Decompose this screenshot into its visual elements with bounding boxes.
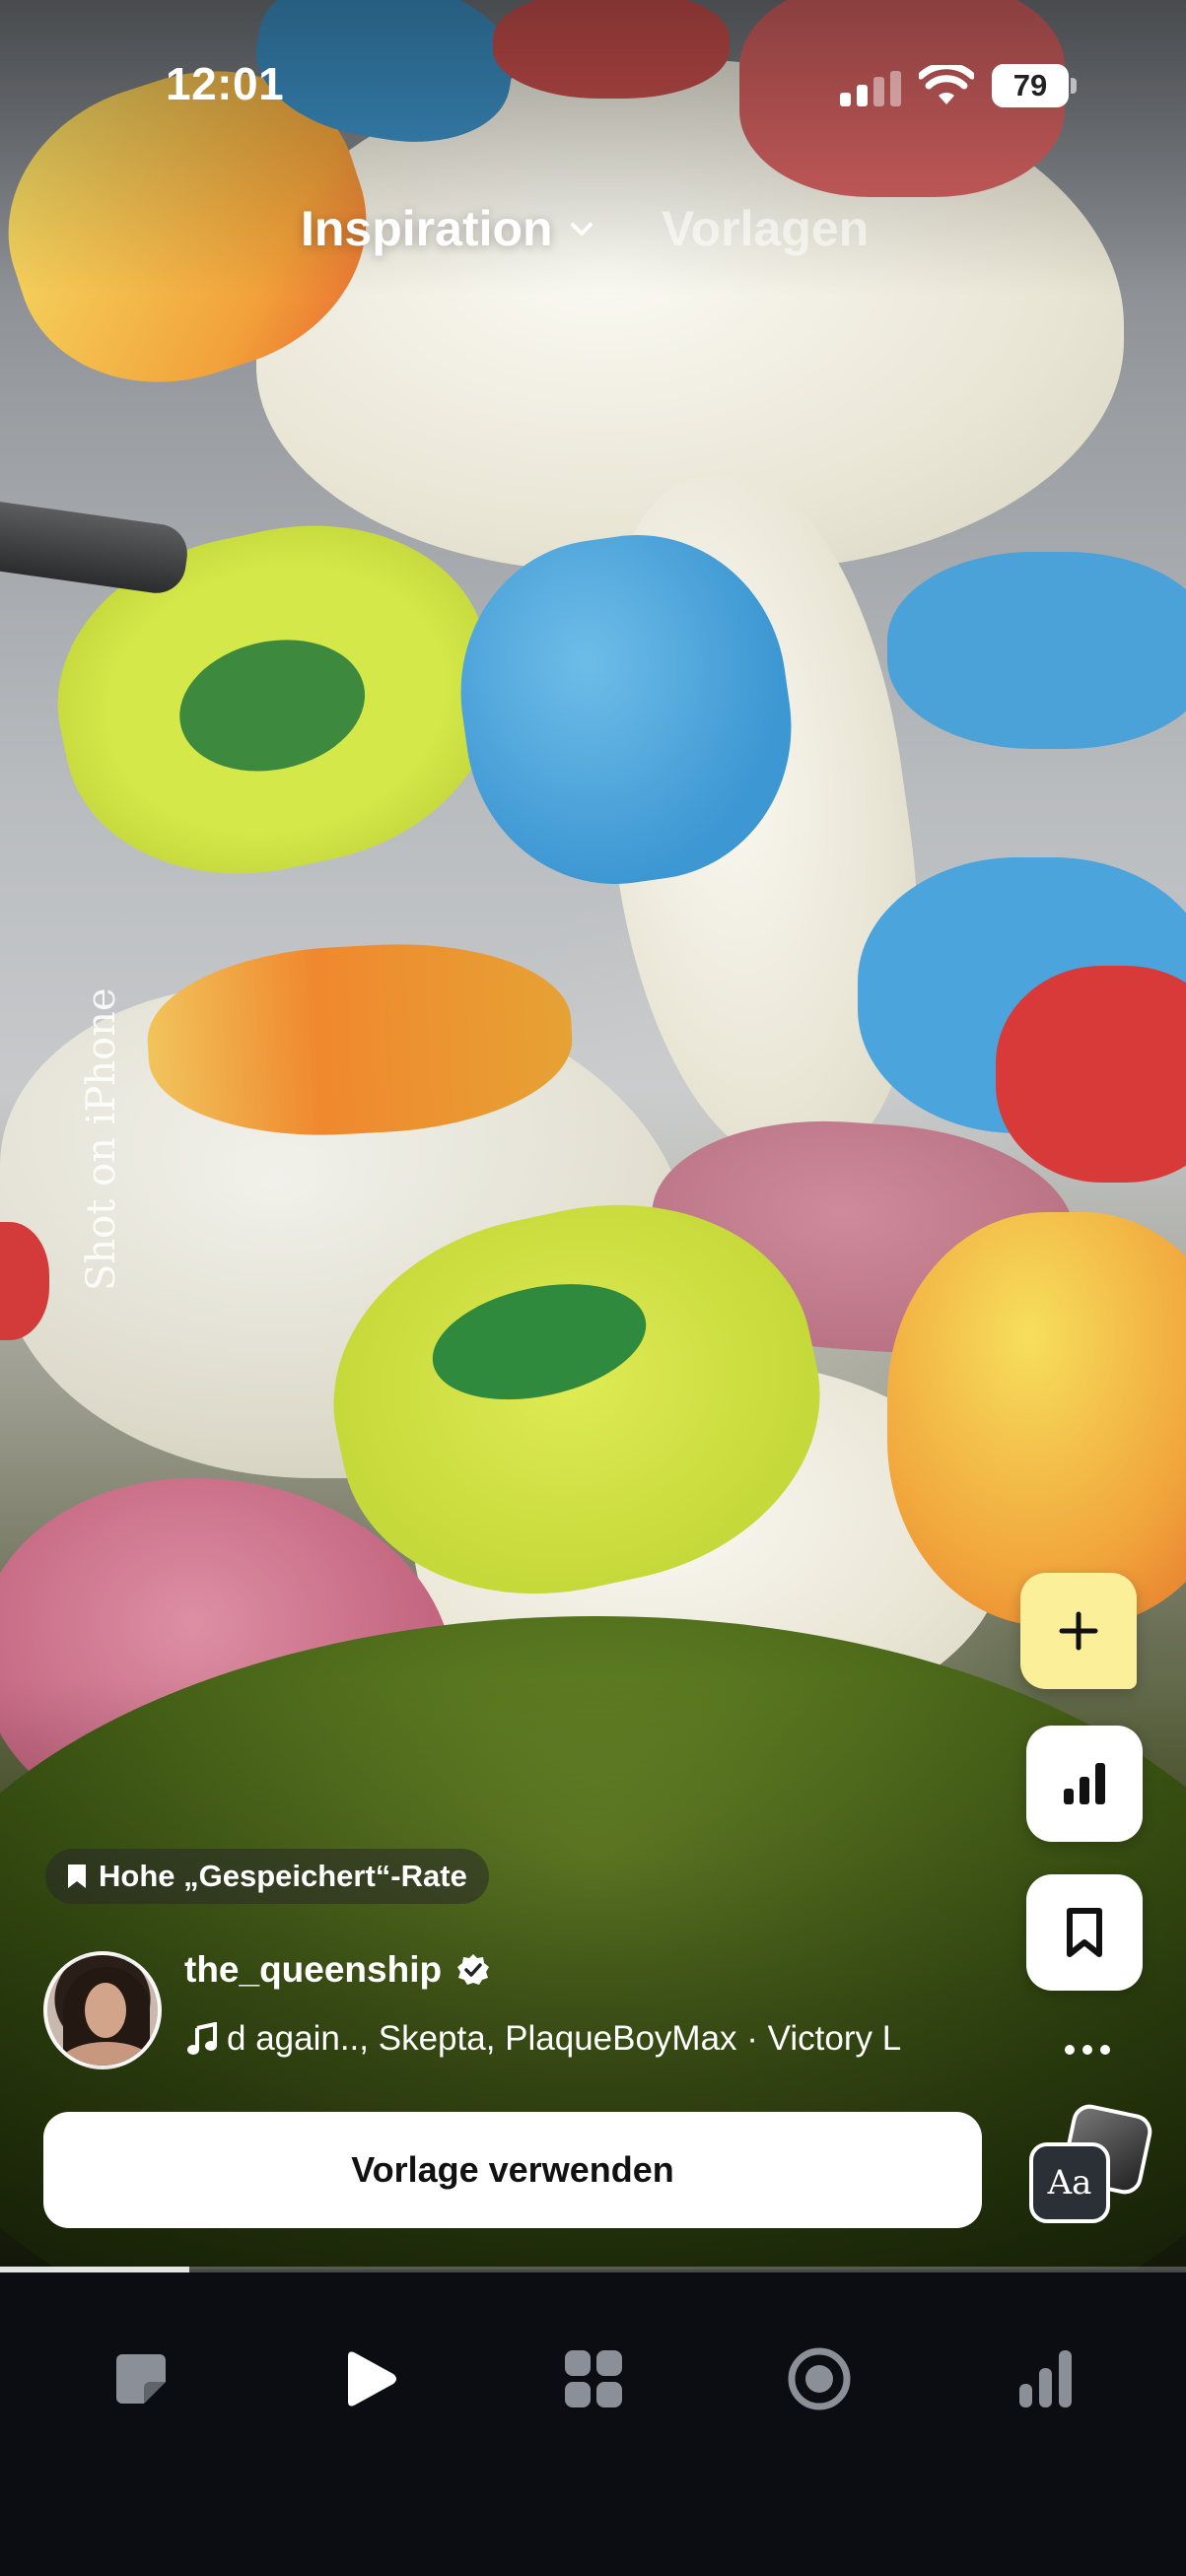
marshmallow-blue-right: [887, 552, 1186, 749]
tab-inspiration[interactable]: Inspiration: [301, 200, 596, 257]
play-icon: [348, 2351, 396, 2407]
more-options-button[interactable]: [1065, 2038, 1110, 2062]
marshmallow-yellow-right: [887, 1212, 1186, 1626]
status-time: 12:01: [166, 58, 285, 109]
top-tabs: Inspiration Vorlagen: [0, 192, 1186, 271]
nav-drafts[interactable]: [102, 2339, 180, 2418]
shot-on-iphone-watermark: Shot on iPhone: [79, 987, 124, 1291]
stats-icon: [1019, 2350, 1072, 2407]
wifi-icon: [919, 65, 974, 104]
music-note-icon: [187, 2022, 217, 2055]
stats-icon: [1064, 1763, 1105, 1804]
username-label: the_queenship: [184, 1949, 443, 1990]
nav-record[interactable]: [780, 2339, 859, 2418]
nav-inspiration[interactable]: [329, 2339, 408, 2418]
drafts-icon: [116, 2354, 166, 2404]
creator-name[interactable]: the_queenship: [184, 1949, 491, 1991]
battery-icon: 79: [992, 64, 1077, 107]
plus-icon: [1059, 1611, 1098, 1651]
tab-vorlagen[interactable]: Vorlagen: [662, 200, 869, 257]
status-bar: 12:01 79: [0, 0, 1186, 148]
bottom-navigation: [0, 2272, 1186, 2576]
battery-level: 79: [1012, 68, 1048, 102]
save-button[interactable]: [1026, 1874, 1143, 1991]
avatar[interactable]: [43, 1951, 162, 2069]
marshmallow-red-right: [996, 966, 1186, 1183]
text-style-icon: Aa: [1029, 2142, 1110, 2223]
music-track[interactable]: d again.., Skepta, PlaqueBoyMax · Victor…: [187, 2016, 992, 2062]
cellular-signal-icon: [840, 71, 901, 106]
create-button[interactable]: [1020, 1573, 1137, 1689]
spoon: [0, 497, 191, 597]
bookmark-fill-icon: [68, 1864, 86, 1888]
chevron-down-icon: [570, 223, 593, 236]
tab-inspiration-label: Inspiration: [301, 201, 553, 256]
video-background[interactable]: Shot on iPhone: [0, 0, 1186, 2270]
record-icon: [788, 2347, 851, 2410]
bookmark-icon: [1067, 1908, 1102, 1957]
grid-icon: [565, 2350, 622, 2407]
insights-button[interactable]: [1026, 1726, 1143, 1842]
nav-insights[interactable]: [1007, 2339, 1085, 2418]
nav-templates[interactable]: [554, 2339, 633, 2418]
use-template-button[interactable]: Vorlage verwenden: [43, 2112, 982, 2228]
badge-label: Hohe „Gespeichert“-Rate: [99, 1859, 467, 1893]
saved-rate-badge: Hohe „Gespeichert“-Rate: [45, 1849, 489, 1904]
text-style-button[interactable]: Aa: [1025, 2101, 1155, 2237]
more-icon: [1065, 2045, 1075, 2055]
verified-icon: [457, 1954, 490, 1985]
music-track-label: d again.., Skepta, PlaqueBoyMax · Victor…: [227, 2019, 902, 2058]
